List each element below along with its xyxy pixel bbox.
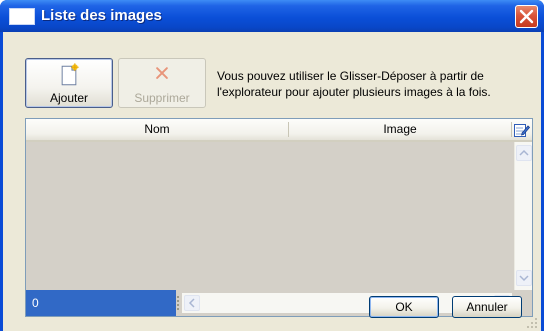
cancel-button[interactable]: Annuler — [452, 296, 522, 318]
column-header-image[interactable]: Image — [289, 119, 511, 140]
edit-column-icon[interactable] — [513, 122, 530, 138]
window-icon — [9, 8, 35, 25]
chevron-left-icon — [188, 298, 195, 308]
dialog-window: Liste des images Ajouter Supprimer Vous … — [0, 0, 544, 331]
close-button[interactable] — [515, 5, 538, 28]
ok-button[interactable]: OK — [369, 296, 439, 318]
new-document-icon — [61, 63, 79, 86]
column-separator[interactable] — [511, 122, 512, 137]
record-count: 0 — [26, 290, 176, 316]
scroll-left-button[interactable] — [184, 295, 200, 311]
remove-button[interactable]: Supprimer — [118, 58, 206, 108]
remove-button-label: Supprimer — [134, 91, 190, 105]
grid-rows-area[interactable] — [26, 142, 514, 290]
images-grid[interactable]: Nom Image 0 — [25, 118, 533, 317]
scroll-up-button[interactable] — [516, 145, 532, 161]
window-title: Liste des images — [41, 7, 162, 24]
add-button-label: Ajouter — [49, 91, 89, 105]
chevron-up-icon — [519, 149, 529, 156]
drag-drop-hint: Vous pouvez utiliser le Glisser-Déposer … — [217, 69, 491, 99]
add-button[interactable]: Ajouter — [25, 58, 113, 108]
red-x-icon — [156, 67, 168, 79]
vertical-scrollbar[interactable] — [514, 142, 532, 290]
resize-grip-icon[interactable] — [525, 316, 539, 330]
scroll-down-button[interactable] — [516, 270, 532, 286]
close-icon — [519, 9, 534, 24]
grid-header: Nom Image — [26, 119, 532, 142]
dialog-client-area: Ajouter Supprimer Vous pouvez utiliser l… — [3, 32, 541, 331]
title-bar[interactable]: Liste des images — [0, 0, 544, 32]
column-header-name[interactable]: Nom — [26, 119, 288, 140]
chevron-down-icon — [519, 275, 529, 282]
